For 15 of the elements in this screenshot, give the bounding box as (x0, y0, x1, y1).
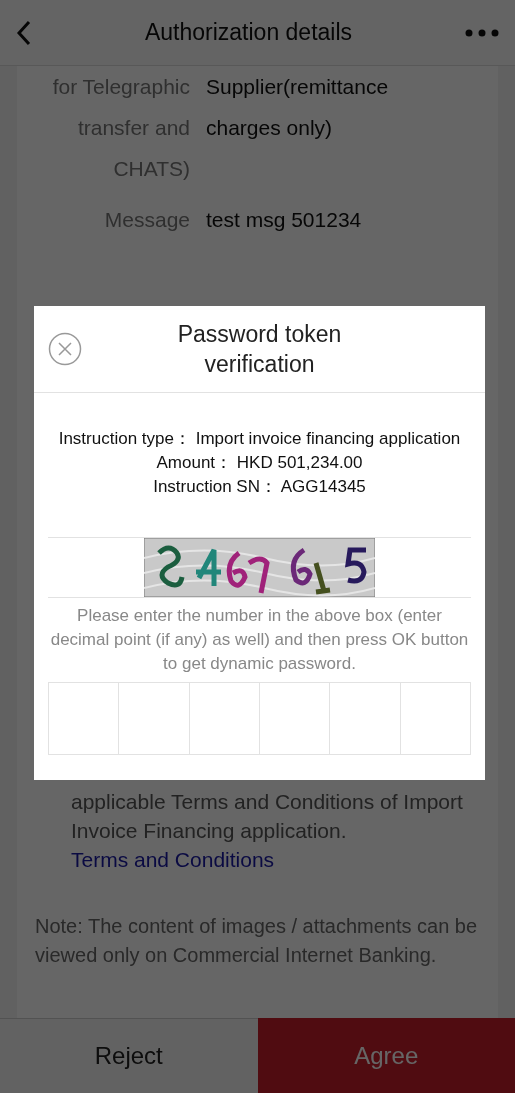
instruction-hint: Please enter the number in the above box (enter decimal point (if any) as well) and then press OK button to get dynamic password. (49, 605, 470, 675)
field-value: test msg 501234 (206, 207, 363, 233)
page-title: Authorization details (143, 18, 354, 48)
terms-text: applicable Terms and Conditions of Import Invoice Financing application. (71, 789, 464, 844)
instruction-info: Instruction SN： AGG14345 (153, 476, 366, 498)
close-icon[interactable] (48, 332, 82, 366)
more-icon[interactable] (465, 28, 499, 37)
agree-button[interactable]: Agree (257, 1018, 515, 1093)
back-icon[interactable] (16, 19, 32, 46)
terms-link[interactable]: Terms and Conditions (71, 848, 275, 871)
field-value: Supplier(remittance charges only) (206, 74, 390, 141)
instruction-info: Instruction type： Import invoice financing application (58, 428, 461, 450)
instruction-info: Amount： HKD 501,234.00 (156, 452, 363, 474)
dialog-title: Password token verification (176, 320, 343, 379)
note-text: Note: The content of images / attachments can be viewed only on Commercial Internet Banking. (34, 914, 479, 968)
